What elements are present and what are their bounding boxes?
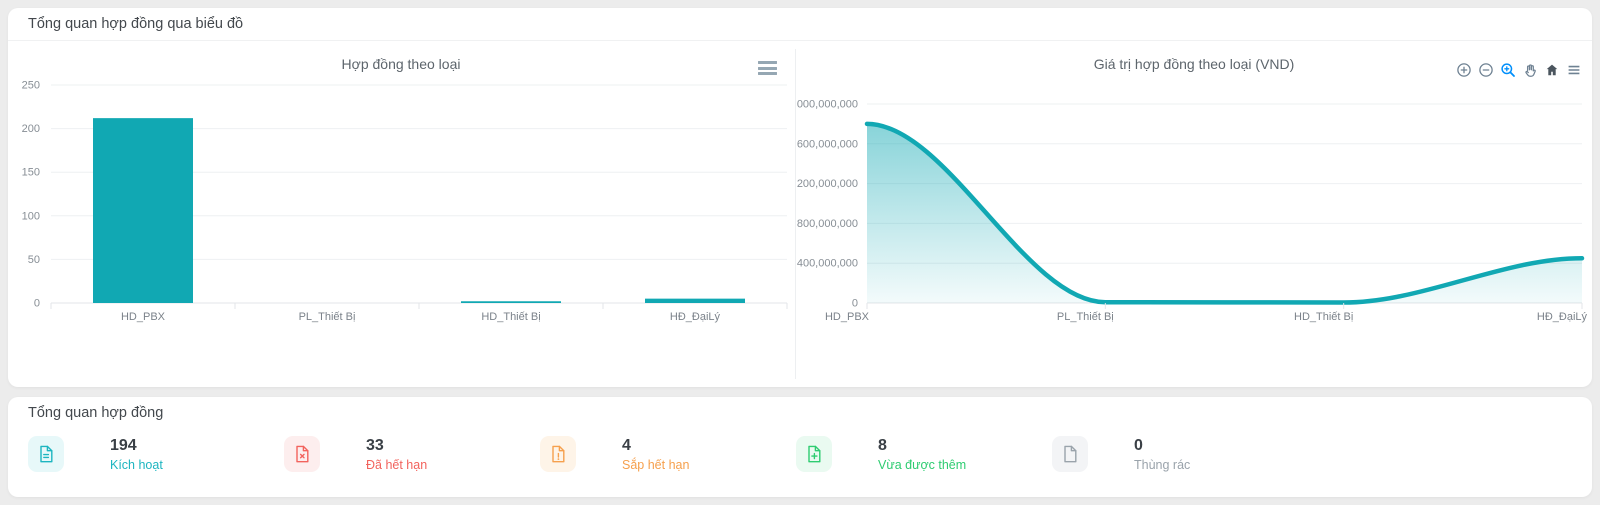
x-axis-label: HĐ_ĐạiLý xyxy=(1537,311,1588,323)
menu-icon[interactable] xyxy=(758,61,777,78)
contracts-summary-card: Tổng quan hợp đồng 194 Kích hoạt 33 Đã hết … xyxy=(8,397,1592,497)
stat-value: 8 xyxy=(878,437,966,455)
pan-icon[interactable] xyxy=(1521,61,1538,78)
stat-value: 33 xyxy=(366,437,427,455)
y-axis-label: 50 xyxy=(28,254,40,266)
file-warning-icon xyxy=(540,436,576,472)
y-axis-label: 0 xyxy=(34,298,40,310)
stat-text: 33 Đã hết hạn xyxy=(366,436,427,472)
y-axis-label: 0 xyxy=(852,298,858,310)
x-axis-label: HD_PBX xyxy=(825,311,870,323)
summary-title: Tổng quan hợp đồng xyxy=(8,397,1592,429)
selection-zoom-icon[interactable] xyxy=(1499,61,1516,78)
stat-label: Thùng rác xyxy=(1134,458,1190,472)
x-axis-label: PL_Thiết Bị xyxy=(1057,311,1114,323)
stat-item-expiring-soon[interactable]: 4 Sắp hết hạn xyxy=(540,436,796,472)
bar-chart-panel: Hợp đồng theo loại 0 50 100 150 200 250 HD_PBX P… xyxy=(8,41,795,387)
area-chart-panel: Giá trị hợp đồng theo loại (VND) 0 400,000… xyxy=(796,41,1592,387)
y-axis-label: 200 xyxy=(22,123,40,135)
bar[interactable] xyxy=(645,299,745,303)
stat-text: 8 Vừa được thêm xyxy=(878,436,966,472)
file-icon xyxy=(1052,436,1088,472)
menu-icon[interactable] xyxy=(1565,61,1582,78)
stat-label: Vừa được thêm xyxy=(878,458,966,472)
stat-item-newly-added[interactable]: 8 Vừa được thêm xyxy=(796,436,1052,472)
bar[interactable] xyxy=(93,118,193,303)
y-axis-label: 100 xyxy=(22,210,40,222)
stats-row: 194 Kích hoạt 33 Đã hết hạn 4 Sắp hết hạn 8 Vừa… xyxy=(8,436,1592,472)
charts-section-title: Tổng quan hợp đồng qua biểu đồ xyxy=(8,8,1592,41)
dashboard: Tổng quan hợp đồng qua biểu đồ Hợp đồng … xyxy=(0,0,1600,505)
stat-text: 194 Kích hoạt xyxy=(110,436,163,472)
y-axis-label: 800,000,000 xyxy=(797,218,858,230)
charts-overview-card: Tổng quan hợp đồng qua biểu đồ Hợp đồng … xyxy=(8,8,1592,387)
file-plus-icon xyxy=(796,436,832,472)
x-axis-label: HD_Thiết Bị xyxy=(1294,311,1353,323)
x-axis-label: HĐ_ĐạiLý xyxy=(670,311,721,323)
y-axis-label: 1,200,000,000 xyxy=(796,178,858,190)
area-chart[interactable]: Giá trị hợp đồng theo loại (VND) 0 400,000… xyxy=(796,41,1592,387)
stat-label: Kích hoạt xyxy=(110,458,163,472)
stat-text: 4 Sắp hết hạn xyxy=(622,436,689,472)
chart-title: Giá trị hợp đồng theo loại (VND) xyxy=(1094,56,1295,72)
zoom-in-icon[interactable] xyxy=(1455,61,1472,78)
x-axis-label: HD_PBX xyxy=(121,311,166,323)
stat-item-expired[interactable]: 33 Đã hết hạn xyxy=(284,436,540,472)
chart-toolbar xyxy=(1455,61,1582,78)
bar-chart[interactable]: Hợp đồng theo loại 0 50 100 150 200 250 HD_PBX P… xyxy=(8,41,795,387)
stat-item-trash[interactable]: 0 Thùng rác xyxy=(1052,436,1308,472)
x-axis-label: PL_Thiết Bị xyxy=(299,311,356,323)
chart-title: Hợp đồng theo loại xyxy=(342,56,461,72)
y-axis-label: 150 xyxy=(22,167,40,179)
stat-label: Sắp hết hạn xyxy=(622,458,689,472)
home-icon[interactable] xyxy=(1543,61,1560,78)
file-lines-icon xyxy=(28,436,64,472)
y-axis-label: 1,600,000,000 xyxy=(796,138,858,150)
stat-item-active[interactable]: 194 Kích hoạt xyxy=(28,436,284,472)
stat-text: 0 Thùng rác xyxy=(1134,436,1190,472)
x-axis-label: HD_Thiết Bị xyxy=(481,311,540,323)
stat-value: 194 xyxy=(110,437,163,455)
y-axis-label: 2,000,000,000 xyxy=(796,99,858,111)
y-axis-label: 400,000,000 xyxy=(797,258,858,270)
y-axis-label: 250 xyxy=(22,80,40,92)
stat-value: 0 xyxy=(1134,437,1190,455)
stat-value: 4 xyxy=(622,437,689,455)
stat-label: Đã hết hạn xyxy=(366,458,427,472)
file-x-icon xyxy=(284,436,320,472)
zoom-out-icon[interactable] xyxy=(1477,61,1494,78)
charts-row: Hợp đồng theo loại 0 50 100 150 200 250 HD_PBX P… xyxy=(8,41,1592,387)
bar[interactable] xyxy=(461,301,561,303)
